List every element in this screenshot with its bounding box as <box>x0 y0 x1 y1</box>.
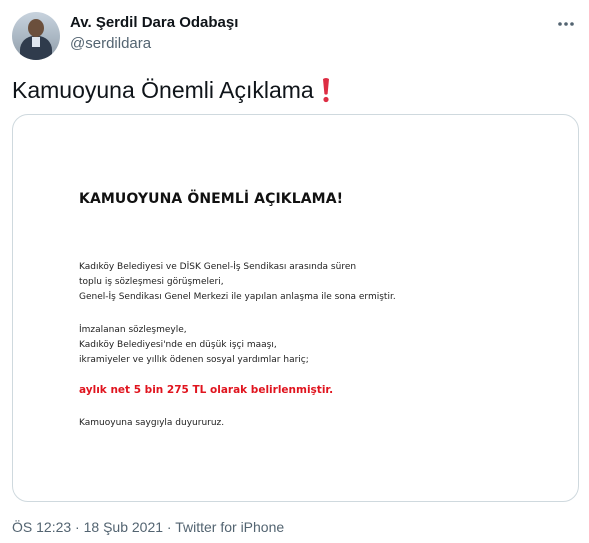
tweet-date[interactable]: 18 Şub 2021 <box>84 519 163 535</box>
document-line: Kadıköy Belediyesi ve DİSK Genel-İş Send… <box>79 262 357 272</box>
document-line: ikramiyeler ve yıllık ödenen sosyal yard… <box>79 355 309 365</box>
document-highlight: aylık net 5 bin 275 TL olarak belirlenmi… <box>79 384 334 396</box>
tweet-source[interactable]: Twitter for iPhone <box>175 519 284 535</box>
avatar-shirt-shape <box>32 37 40 47</box>
document-line: toplu iş sözleşmesi görüşmeleri, <box>79 277 224 287</box>
meta-separator: · <box>75 519 80 535</box>
more-options-button[interactable] <box>554 12 578 36</box>
avatar[interactable] <box>12 12 60 60</box>
tweet-time[interactable]: ÖS 12:23 <box>12 519 71 535</box>
user-block: Av. Şerdil Dara Odabaşı @serdildara <box>70 13 238 54</box>
author-display-name[interactable]: Av. Şerdil Dara Odabaşı <box>70 13 238 33</box>
meta-separator: · <box>166 519 172 535</box>
tweet-text: Kamuoyuna Önemli Açıklama <box>12 77 314 103</box>
tweet-metadata: ÖS 12:23 · 18 Şub 2021 · Twitter for iPh… <box>12 518 284 536</box>
exclamation-mark-icon <box>323 78 329 103</box>
tweet-image[interactable]: KAMUOYUNA ÖNEMLİ AÇIKLAMA! Kadıköy Beled… <box>12 114 579 502</box>
document-title: KAMUOYUNA ÖNEMLİ AÇIKLAMA! <box>79 191 344 207</box>
document-line: Kadıköy Belediyesi'nde en düşük işçi maa… <box>79 340 277 350</box>
more-horizontal-icon <box>558 22 574 26</box>
tweet: Av. Şerdil Dara Odabaşı @serdildara Kamu… <box>0 0 589 543</box>
avatar-head-shape <box>28 19 44 37</box>
document-line: Genel-İş Sendikası Genel Merkezi ile yap… <box>79 292 396 302</box>
author-handle[interactable]: @serdildara <box>70 34 238 54</box>
document-paragraph-1: Kadıköy Belediyesi ve DİSK Genel-İş Send… <box>79 260 396 305</box>
statement-document: KAMUOYUNA ÖNEMLİ AÇIKLAMA! Kadıköy Beled… <box>13 115 578 501</box>
document-closing: Kamuoyuna saygıyla duyururuz. <box>79 418 225 428</box>
document-paragraph-2: İmzalanan sözleşmeyle, Kadıköy Belediyes… <box>79 323 309 368</box>
document-line: İmzalanan sözleşmeyle, <box>79 325 187 335</box>
